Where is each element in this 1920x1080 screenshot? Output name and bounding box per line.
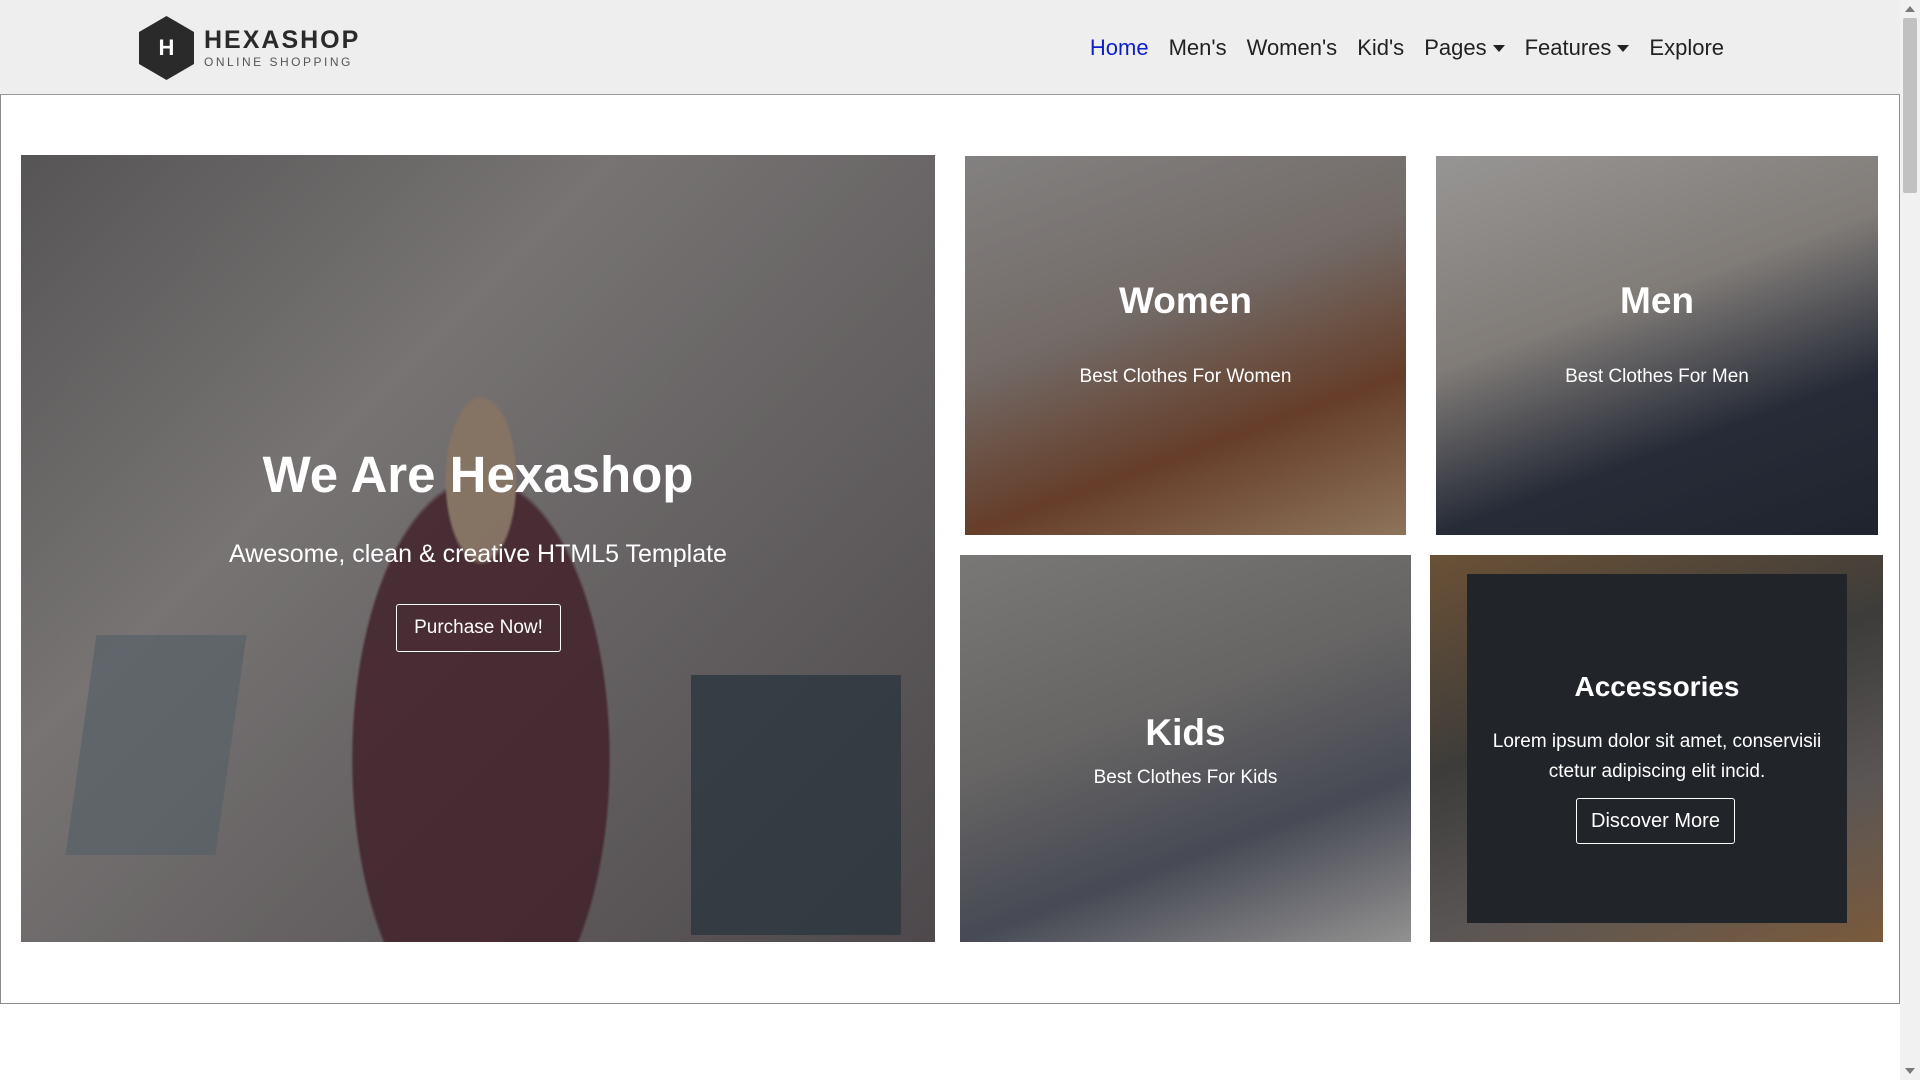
- nav-pages-dropdown[interactable]: Pages: [1414, 30, 1514, 66]
- men-subtitle: Best Clothes For Men: [1565, 366, 1749, 387]
- women-subtitle: Best Clothes For Women: [1079, 366, 1292, 387]
- nav-kids[interactable]: Kid's: [1347, 30, 1414, 66]
- caret-down-icon: [1492, 44, 1505, 52]
- category-card-women[interactable]: Women Best Clothes For Women: [965, 156, 1406, 535]
- brand-logo[interactable]: H HEXASHOP ONLINE SHOPPING: [137, 15, 360, 81]
- nav-home-label: Home: [1089, 35, 1149, 60]
- main-nav: Home Men's Women's Kid's Pages Features …: [1080, 30, 1734, 66]
- kids-subtitle: Best Clothes For Kids: [1093, 767, 1278, 788]
- nav-kids-label: Kid's: [1357, 35, 1405, 60]
- nav-womens-label: Women's: [1246, 35, 1338, 60]
- category-card-accessories: Accessories Lorem ipsum dolor sit amet, …: [1430, 555, 1883, 942]
- nav-explore-label: Explore: [1649, 35, 1724, 60]
- discover-more-button[interactable]: Discover More: [1576, 798, 1735, 844]
- brand-tagline: ONLINE SHOPPING: [204, 55, 353, 69]
- category-card-kids[interactable]: Kids Best Clothes For Kids: [960, 555, 1411, 942]
- brand-name: HEXASHOP: [204, 26, 361, 54]
- card-overlay: [965, 156, 1406, 535]
- men-title: Men: [1620, 280, 1694, 321]
- hero-subtitle: Awesome, clean & creative HTML5 Template: [229, 540, 727, 568]
- women-title: Women: [1119, 280, 1252, 321]
- category-card-men[interactable]: Men Best Clothes For Men: [1436, 156, 1878, 535]
- nav-mens[interactable]: Men's: [1159, 30, 1237, 66]
- hero-banner: We Are Hexashop Awesome, clean & creativ…: [21, 155, 935, 942]
- nav-features-dropdown[interactable]: Features: [1515, 30, 1640, 66]
- kids-title: Kids: [1145, 712, 1226, 753]
- card-overlay: [1436, 156, 1878, 535]
- nav-mens-label: Men's: [1168, 35, 1227, 60]
- scrollbar-thumb[interactable]: [1903, 18, 1917, 193]
- accessories-description: Lorem ipsum dolor sit amet, conservisii …: [1492, 731, 1822, 782]
- purchase-now-button[interactable]: Purchase Now!: [396, 604, 561, 652]
- accessories-title: Accessories: [1574, 671, 1740, 702]
- nav-womens[interactable]: Women's: [1237, 30, 1348, 66]
- nav-features-label: Features: [1524, 35, 1612, 60]
- logo-letter: H: [158, 35, 175, 60]
- accessories-info-box: Accessories Lorem ipsum dolor sit amet, …: [1467, 574, 1847, 923]
- nav-pages-label: Pages: [1424, 35, 1487, 60]
- page-scrollbar[interactable]: [1900, 0, 1920, 1080]
- caret-down-icon: [1617, 44, 1630, 52]
- nav-explore[interactable]: Explore: [1639, 30, 1734, 66]
- scroll-down-arrow-icon[interactable]: [1905, 1068, 1915, 1074]
- nav-home[interactable]: Home: [1080, 30, 1159, 66]
- top-navbar: H HEXASHOP ONLINE SHOPPING Home Men's Wo…: [0, 0, 1900, 95]
- scroll-up-arrow-icon[interactable]: [1905, 6, 1915, 12]
- hero-title: We Are Hexashop: [262, 446, 694, 503]
- hexagon-logo-icon: H: [137, 15, 196, 81]
